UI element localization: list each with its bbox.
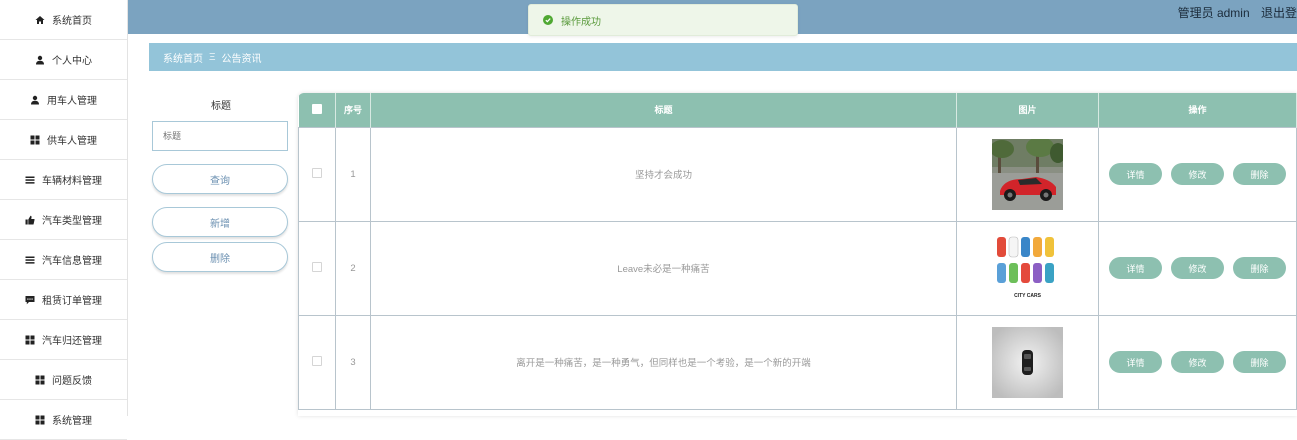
sidebar-item-personal-center[interactable]: 个人中心 (0, 40, 127, 80)
column-header-actions: 操作 (1098, 93, 1297, 127)
table-row: 1 坚持才会成功 详情 修改 删除 (298, 126, 1297, 222)
search-panel: 标题 查询 新增 删除 (152, 100, 288, 272)
detail-button[interactable]: 详情 (1109, 257, 1162, 279)
table-header-row: 序号 标题 图片 操作 (298, 93, 1297, 127)
row-title: 坚持才会成功 (370, 126, 957, 222)
breadcrumb-current: 公告资讯 (221, 53, 262, 65)
sidebar-item-home[interactable]: 系统首页 (0, 0, 127, 40)
list-icon (25, 255, 35, 265)
sidebar-item-label: 系统管理 (52, 416, 92, 427)
row-title: 离开是一种痛苦，是一种勇气，但同样也是一个考验，是一个新的开端 (370, 314, 957, 410)
row-actions: 详情 修改 删除 (1098, 314, 1297, 410)
row-index: 1 (335, 126, 371, 222)
logout-link[interactable]: 退出登 (1261, 6, 1297, 20)
row-actions: 详情 修改 删除 (1098, 220, 1297, 316)
row-checkbox[interactable] (298, 314, 336, 410)
column-header-picture: 图片 (956, 93, 1099, 127)
breadcrumb: 系统首页 Ξ 公告资讯 (149, 43, 1297, 71)
grid-icon (35, 415, 45, 425)
title-search-label: 标题 (211, 101, 231, 112)
column-header-index: 序号 (335, 93, 371, 127)
car-topview-image (992, 326, 1063, 398)
edit-button[interactable]: 修改 (1171, 257, 1224, 279)
grid-icon (30, 135, 40, 145)
list-icon (25, 175, 35, 185)
select-all-checkbox[interactable] (298, 93, 336, 127)
sidebar-item-label: 汽车类型管理 (42, 216, 102, 227)
sidebar-item-car-info-management[interactable]: 汽车信息管理 (0, 240, 127, 280)
sidebar-item-renter-management[interactable]: 用车人管理 (0, 80, 127, 120)
row-delete-button[interactable]: 删除 (1233, 257, 1286, 279)
sidebar-item-label: 个人中心 (52, 56, 92, 67)
title-search-input[interactable] (152, 121, 288, 151)
person-icon (30, 95, 40, 105)
city-cars-image: CITY CARS (992, 232, 1063, 304)
sidebar-item-label: 汽车归还管理 (42, 336, 102, 347)
breadcrumb-separator: Ξ (209, 51, 216, 63)
table-row: 3 离开是一种痛苦，是一种勇气，但同样也是一个考验，是一个新的开端 详情 修改 (298, 314, 1297, 410)
table-row: 2 Leave未必是一种痛苦 CITY CARS 详情 修改 删除 (298, 220, 1297, 316)
edit-button[interactable]: 修改 (1171, 351, 1224, 373)
row-delete-button[interactable]: 删除 (1233, 351, 1286, 373)
sidebar-item-supplier-management[interactable]: 供车人管理 (0, 120, 127, 160)
detail-button[interactable]: 详情 (1109, 163, 1162, 185)
city-cars-caption: CITY CARS (1014, 293, 1042, 299)
sidebar-item-label: 供车人管理 (47, 136, 97, 147)
row-delete-button[interactable]: 删除 (1233, 163, 1286, 185)
admin-user-label: 管理员 admin (1177, 6, 1250, 20)
row-title: Leave未必是一种痛苦 (370, 220, 957, 316)
sidebar-item-vehicle-material-management[interactable]: 车辆材料管理 (0, 160, 127, 200)
edit-button[interactable]: 修改 (1171, 163, 1224, 185)
sidebar: 系统首页 个人中心 用车人管理 供车人管理 车辆材料管理 汽车类型管理 汽车信息… (0, 0, 128, 440)
row-checkbox[interactable] (298, 220, 336, 316)
grid-icon (25, 335, 35, 345)
sidebar-item-label: 用车人管理 (47, 96, 97, 107)
sidebar-item-label: 系统首页 (52, 16, 92, 27)
thumbs-up-icon (25, 215, 35, 225)
column-header-title: 标题 (370, 93, 957, 127)
delete-button[interactable]: 删除 (152, 242, 288, 272)
sidebar-item-system-management[interactable]: 系统管理 (0, 400, 127, 440)
add-button[interactable]: 新增 (152, 207, 288, 237)
row-index: 2 (335, 220, 371, 316)
grid-icon (35, 375, 45, 385)
red-sports-car-image (992, 138, 1063, 210)
query-button[interactable]: 查询 (152, 164, 288, 194)
sidebar-item-label: 车辆材料管理 (42, 176, 102, 187)
breadcrumb-home[interactable]: 系统首页 (163, 50, 203, 65)
sidebar-item-label: 汽车信息管理 (42, 256, 102, 267)
row-actions: 详情 修改 删除 (1098, 126, 1297, 222)
sidebar-item-label: 问题反馈 (52, 376, 92, 387)
row-checkbox[interactable] (298, 126, 336, 222)
detail-button[interactable]: 详情 (1109, 351, 1162, 373)
sidebar-item-label: 租赁订单管理 (42, 296, 102, 307)
row-picture-cell: CITY CARS (956, 220, 1099, 316)
sidebar-item-car-type-management[interactable]: 汽车类型管理 (0, 200, 127, 240)
toast-message: 操作成功 (561, 16, 601, 28)
person-icon (35, 55, 45, 65)
success-toast: 操作成功 (528, 4, 798, 36)
check-circle-icon (543, 15, 553, 25)
sidebar-item-feedback[interactable]: 问题反馈 (0, 360, 127, 400)
row-index: 3 (335, 314, 371, 410)
row-picture-cell (956, 314, 1099, 410)
sidebar-item-rental-order-management[interactable]: 租赁订单管理 (0, 280, 127, 320)
row-picture-cell (956, 126, 1099, 222)
home-icon (35, 15, 45, 25)
user-area: 管理员 admin 退出登 (1178, 4, 1297, 21)
news-table: 序号 标题 图片 操作 1 坚持才会成功 详情 修改 删除 2 Leave未必是… (298, 93, 1297, 416)
sidebar-item-car-return-management[interactable]: 汽车归还管理 (0, 320, 127, 360)
chat-icon (25, 295, 35, 305)
